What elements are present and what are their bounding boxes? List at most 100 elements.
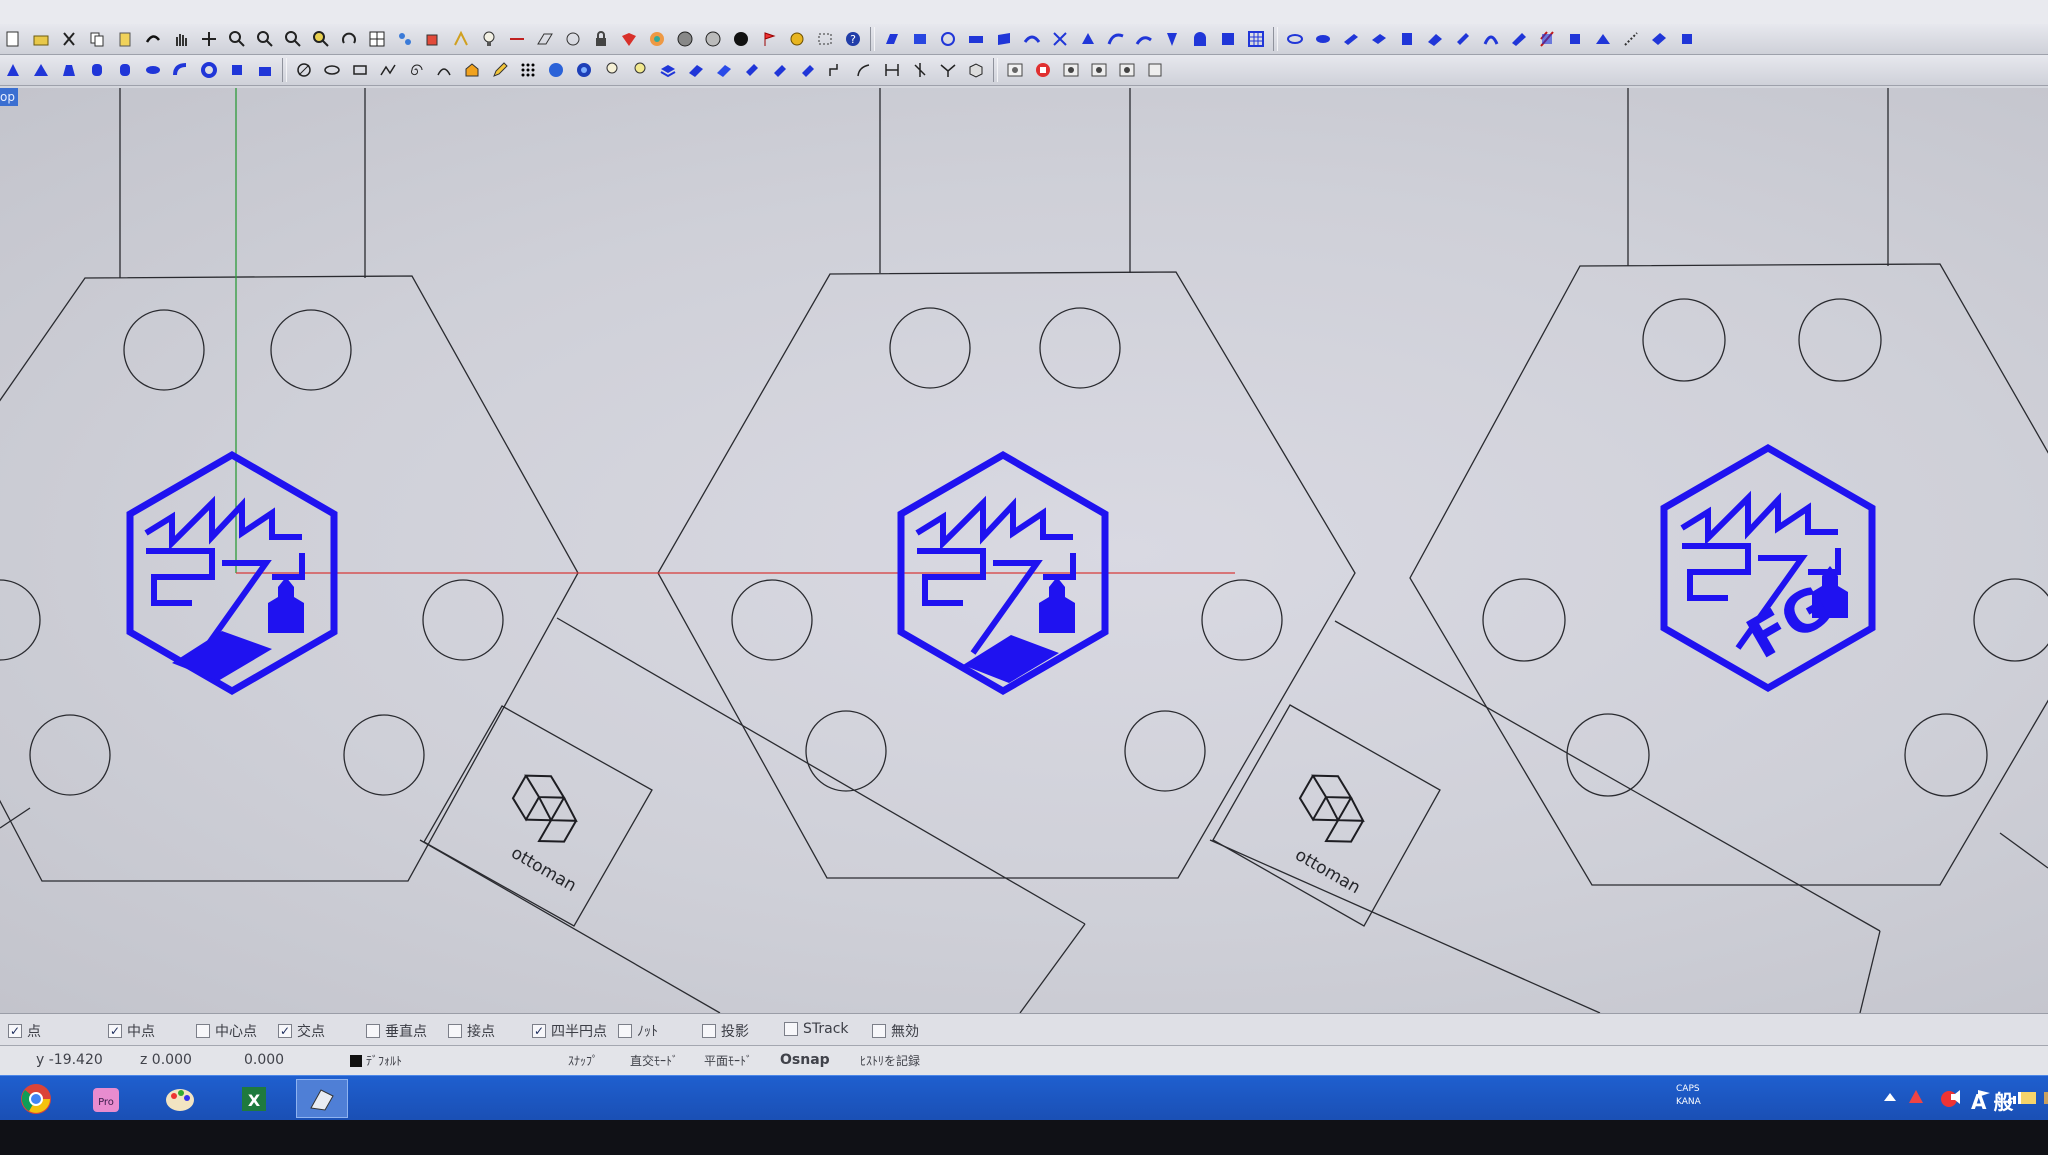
material-icon[interactable] xyxy=(616,27,642,51)
surface-tool-icon[interactable] xyxy=(1215,27,1241,51)
ellipse-tool-icon[interactable] xyxy=(319,58,345,82)
osnap-checkbox[interactable] xyxy=(784,1022,798,1036)
osnap-option[interactable]: ✓ 点 xyxy=(8,1021,41,1041)
surface-tool-icon[interactable] xyxy=(1047,27,1073,51)
solid-tool-icon[interactable] xyxy=(1422,27,1448,51)
pipe-solid-icon[interactable] xyxy=(168,58,194,82)
drawing-canvas[interactable]: ottoman ottoman FG xyxy=(0,88,2048,1013)
osnap-checkbox[interactable]: ✓ xyxy=(278,1024,292,1038)
tray-app-icon[interactable] xyxy=(1906,1087,1926,1107)
pyramid-solid-icon[interactable] xyxy=(28,58,54,82)
osnap-option[interactable]: 接点 xyxy=(448,1021,495,1041)
color-wheel-icon[interactable] xyxy=(644,27,670,51)
surface-tool-icon[interactable] xyxy=(963,27,989,51)
osnap-checkbox[interactable] xyxy=(872,1024,886,1038)
circle-center-icon[interactable] xyxy=(560,27,586,51)
pan-hand-icon[interactable] xyxy=(168,27,194,51)
surface-tool-icon[interactable] xyxy=(935,27,961,51)
surface-tool-icon[interactable] xyxy=(1159,27,1185,51)
palette-app-icon[interactable] xyxy=(154,1079,206,1118)
solid-tool-icon[interactable] xyxy=(1478,27,1504,51)
surface-tool-icon[interactable] xyxy=(1019,27,1045,51)
rhino-app-icon[interactable] xyxy=(296,1079,348,1118)
solid-tool-icon[interactable] xyxy=(1674,27,1700,51)
surface-tool-icon[interactable] xyxy=(879,27,905,51)
ellipsoid-icon[interactable] xyxy=(140,58,166,82)
signal-icon[interactable] xyxy=(2006,1087,2026,1107)
surface-tool-icon[interactable] xyxy=(991,27,1017,51)
solid-tool-icon[interactable] xyxy=(1366,27,1392,51)
ime-pad-icon[interactable] xyxy=(2042,1088,2048,1108)
named-view-icon[interactable] xyxy=(1114,58,1140,82)
named-view-icon[interactable] xyxy=(1058,58,1084,82)
mesh-grid-icon[interactable] xyxy=(1243,27,1269,51)
light-bulb-icon[interactable] xyxy=(476,27,502,51)
solid-tool-icon[interactable] xyxy=(1310,27,1336,51)
globe-icon[interactable] xyxy=(543,58,569,82)
curve-tool-icon[interactable] xyxy=(851,58,877,82)
osnap-checkbox[interactable] xyxy=(618,1024,632,1038)
solid-tool-icon[interactable] xyxy=(1646,27,1672,51)
open-file-icon[interactable] xyxy=(28,27,54,51)
osnap-checkbox[interactable]: ✓ xyxy=(108,1024,122,1038)
plane-tool-icon[interactable] xyxy=(711,58,737,82)
view-capture-icon[interactable] xyxy=(1002,58,1028,82)
surface-tool-icon[interactable] xyxy=(1187,27,1213,51)
top-viewport[interactable]: op ottoman ottoman FG xyxy=(0,88,2048,1013)
osnap-toggle[interactable]: Osnap xyxy=(780,1052,830,1068)
new-file-icon[interactable] xyxy=(0,27,26,51)
pencil-icon[interactable] xyxy=(487,58,513,82)
paint-pro-app-icon[interactable]: Pro xyxy=(80,1079,132,1118)
excel-app-icon[interactable]: X xyxy=(228,1079,280,1118)
osnap-option[interactable]: ✓ 中点 xyxy=(108,1021,155,1041)
cut-icon[interactable] xyxy=(56,27,82,51)
snap-toggle[interactable]: ｽﾅｯﾌﾟ xyxy=(568,1052,598,1069)
flag-icon[interactable] xyxy=(1974,1087,1994,1107)
render-globe-icon[interactable] xyxy=(571,58,597,82)
solid-tool-icon[interactable] xyxy=(1534,27,1560,51)
zoom-window-icon[interactable] xyxy=(252,27,278,51)
solid-tool-icon[interactable] xyxy=(1562,27,1588,51)
tube-solid-icon[interactable] xyxy=(112,58,138,82)
solid-tool-icon[interactable] xyxy=(1282,27,1308,51)
settings-gear-icon[interactable] xyxy=(784,27,810,51)
viewport-layout-icon[interactable] xyxy=(364,27,390,51)
plane-tool-icon[interactable] xyxy=(683,58,709,82)
solid-tool-icon[interactable] xyxy=(1590,27,1616,51)
osnap-option[interactable]: ✓ 交点 xyxy=(278,1021,325,1041)
ortho-toggle[interactable]: 直交ﾓｰﾄﾞ xyxy=(630,1052,678,1069)
object-properties-icon[interactable] xyxy=(392,27,418,51)
copy-icon[interactable] xyxy=(84,27,110,51)
zoom-icon[interactable] xyxy=(224,27,250,51)
solid-tool-icon[interactable] xyxy=(1338,27,1364,51)
select-window-icon[interactable] xyxy=(812,27,838,51)
arc-tool-icon[interactable] xyxy=(431,58,457,82)
dimension-tool-icon[interactable] xyxy=(879,58,905,82)
help-icon[interactable]: ? xyxy=(840,27,866,51)
point-grid-icon[interactable] xyxy=(515,58,541,82)
zoom-selected-icon[interactable] xyxy=(308,27,334,51)
solid-box-icon[interactable] xyxy=(963,58,989,82)
volume-icon[interactable] xyxy=(1948,1087,1968,1107)
solid-tool-icon[interactable] xyxy=(1506,27,1532,51)
surface-tool-icon[interactable] xyxy=(1103,27,1129,51)
osnap-checkbox[interactable]: ✓ xyxy=(8,1024,22,1038)
rotate-view-icon[interactable] xyxy=(336,27,362,51)
record-history-toggle[interactable]: ﾋｽﾄﾘを記録 xyxy=(860,1052,920,1069)
cylinder-solid-icon[interactable] xyxy=(84,58,110,82)
surface-tool-icon[interactable] xyxy=(1075,27,1101,51)
undo-icon[interactable] xyxy=(140,27,166,51)
osnap-option[interactable]: 無効 xyxy=(872,1021,919,1041)
explode-tool-icon[interactable] xyxy=(907,58,933,82)
torus-solid-icon[interactable] xyxy=(196,58,222,82)
flag-pin-icon[interactable] xyxy=(756,27,782,51)
osnap-checkbox[interactable] xyxy=(702,1024,716,1038)
polyline-tool-icon[interactable] xyxy=(375,58,401,82)
osnap-option[interactable]: 中心点 xyxy=(196,1021,257,1041)
osnap-checkbox[interactable] xyxy=(196,1024,210,1038)
truncated-cone-icon[interactable] xyxy=(56,58,82,82)
osnap-option[interactable]: ✓ 四半円点 xyxy=(532,1021,607,1041)
light-bulb-icon[interactable] xyxy=(627,58,653,82)
sphere-shade-icon[interactable] xyxy=(672,27,698,51)
tray-up-arrow-icon[interactable] xyxy=(1880,1087,1900,1107)
